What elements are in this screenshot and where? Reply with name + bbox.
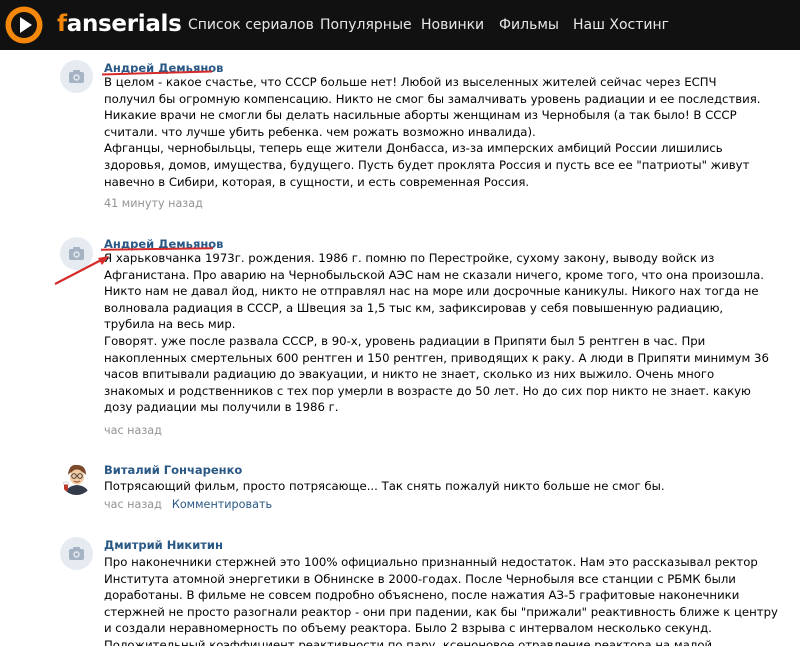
comment-line: волновала радиация в СССР, а Швеция за 1… <box>104 300 724 315</box>
comment-line: Говорят. уже после развала СССР, в 90-х,… <box>104 333 706 348</box>
comment-line: считали. что лучше убить ребенка. чем ро… <box>104 124 536 139</box>
comment-line: Положительный коэффициент реактивности п… <box>104 637 713 646</box>
comment-author[interactable]: Виталий Гончаренко <box>104 463 242 477</box>
avatar[interactable] <box>60 462 93 495</box>
comment-meta: час назад Комментировать <box>104 498 272 511</box>
comment-line: Я харьковчанка 1973г. рождения. 1986 г. … <box>104 251 715 265</box>
comment-line: накопленных смертельных 600 рентген и 15… <box>104 350 769 365</box>
camera-icon <box>69 70 84 83</box>
comment-text: Я харьковчанка 1973г. рождения. 1986 г. … <box>104 250 784 416</box>
nav-popular[interactable]: Популярные <box>320 14 412 36</box>
comment-line: дозу радиации мы получили в 1986 г. <box>104 400 339 415</box>
comment-line: Никакие врачи не смогли бы делать насиль… <box>104 108 737 123</box>
logo-accent-letter: f <box>57 11 67 37</box>
logo-rest: anserials <box>66 11 182 37</box>
comment-line: стержней не просто разогнали реактор - о… <box>104 604 778 619</box>
comment-line: доработаны. В фильме не совсем подробно … <box>104 588 740 603</box>
comment-line: В целом - какое счастье, что СССР больше… <box>104 75 717 89</box>
nav-movies[interactable]: Фильмы <box>499 14 559 36</box>
camera-icon <box>69 547 84 560</box>
nav-new[interactable]: Новинки <box>421 14 484 36</box>
timestamp[interactable]: 41 минуту назад <box>104 197 203 210</box>
comment-line: здоровья, домов, имущества, будущего. Пу… <box>104 157 750 172</box>
comment-line: Института атомной энергетики в Обнинске … <box>104 571 736 586</box>
avatar[interactable] <box>60 60 93 93</box>
comment-line: часов впитывали радиацию до эвакуации, и… <box>104 367 715 382</box>
avatar[interactable] <box>60 237 93 270</box>
comment-time: час назад <box>104 424 162 437</box>
comment-line: Про наконечники стержней это 100% официа… <box>104 555 758 569</box>
reply-link[interactable]: Комментировать <box>172 498 272 511</box>
timestamp[interactable]: час назад <box>104 424 162 437</box>
comment-line: трубила на весь мир. <box>104 317 236 332</box>
comment-line: получил бы огромную компенсацию. Никто н… <box>104 91 761 106</box>
comment-line: знакомых и родственников с тех пор умерл… <box>104 383 751 398</box>
site-logo-text[interactable]: fanserials <box>57 6 182 42</box>
comment-line: навечно в Сибири, которая, в сущности, и… <box>104 174 530 189</box>
comment-text: Про наконечники стержней это 100% официа… <box>104 554 784 646</box>
comment-author[interactable]: Дмитрий Никитин <box>104 538 223 552</box>
comment-text: В целом - какое счастье, что СССР больше… <box>104 74 784 190</box>
avatar[interactable] <box>60 537 93 570</box>
user-photo <box>60 462 93 495</box>
play-logo-icon[interactable] <box>4 5 44 45</box>
comment-line: Афганистана. Про аварию на Чернобыльской… <box>104 267 764 282</box>
timestamp[interactable]: час назад <box>104 498 162 511</box>
comment-line: Потрясающий фильм, просто потрясающе... … <box>104 479 665 493</box>
nav-series-list[interactable]: Список сериалов <box>188 14 314 36</box>
comment-line: и создали неравномерность по объему реак… <box>104 621 712 636</box>
comment-time: 41 минуту назад <box>104 197 203 210</box>
site-header: fanserials Список сериалов Популярные Но… <box>0 0 800 50</box>
comment-text: Потрясающий фильм, просто потрясающе... … <box>104 478 784 495</box>
nav-hosting[interactable]: Наш Хостинг <box>573 14 669 36</box>
comment-line: Никто нам не давал йод, никто не отправл… <box>104 284 759 299</box>
comment-line: Афганцы, чернобыльцы, теперь еще жители … <box>104 141 723 156</box>
camera-icon <box>69 247 84 260</box>
